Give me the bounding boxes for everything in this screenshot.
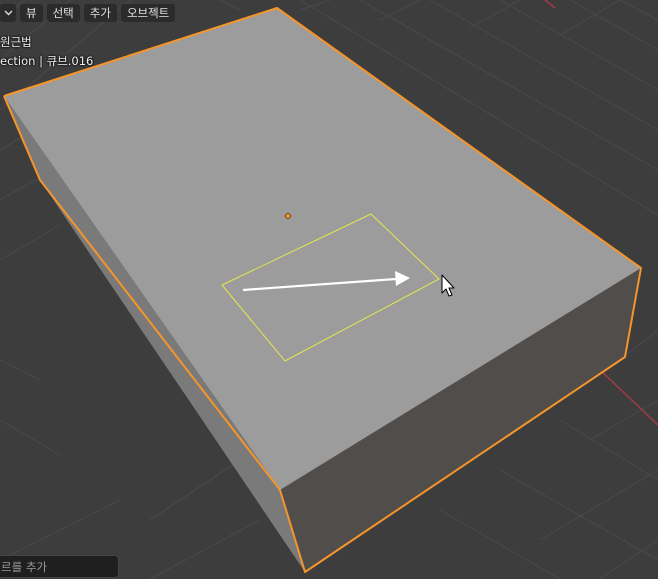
chevron-down-icon [4,10,12,16]
x-axis-line-top [544,0,556,9]
menu-select[interactable]: 선택 [46,4,80,22]
add-search-field[interactable]: 르를 추가 [0,555,119,578]
menu-object[interactable]: 오브젝트 [120,4,176,22]
menu-add[interactable]: 추가 [83,4,117,22]
menu-view[interactable]: 뷰 [20,4,43,22]
3d-viewport[interactable] [0,0,658,579]
add-search-placeholder: 르를 추가 [1,559,47,574]
origin-dot-icon [285,213,291,219]
collection-object-label: ection | 큐브.016 [0,54,94,68]
mode-dropdown[interactable] [0,4,16,22]
viewport-header: 뷰 선택 추가 오브젝트 [0,3,176,23]
selected-cube[interactable] [3,7,642,573]
view-projection-label: 원근법 [0,35,32,49]
